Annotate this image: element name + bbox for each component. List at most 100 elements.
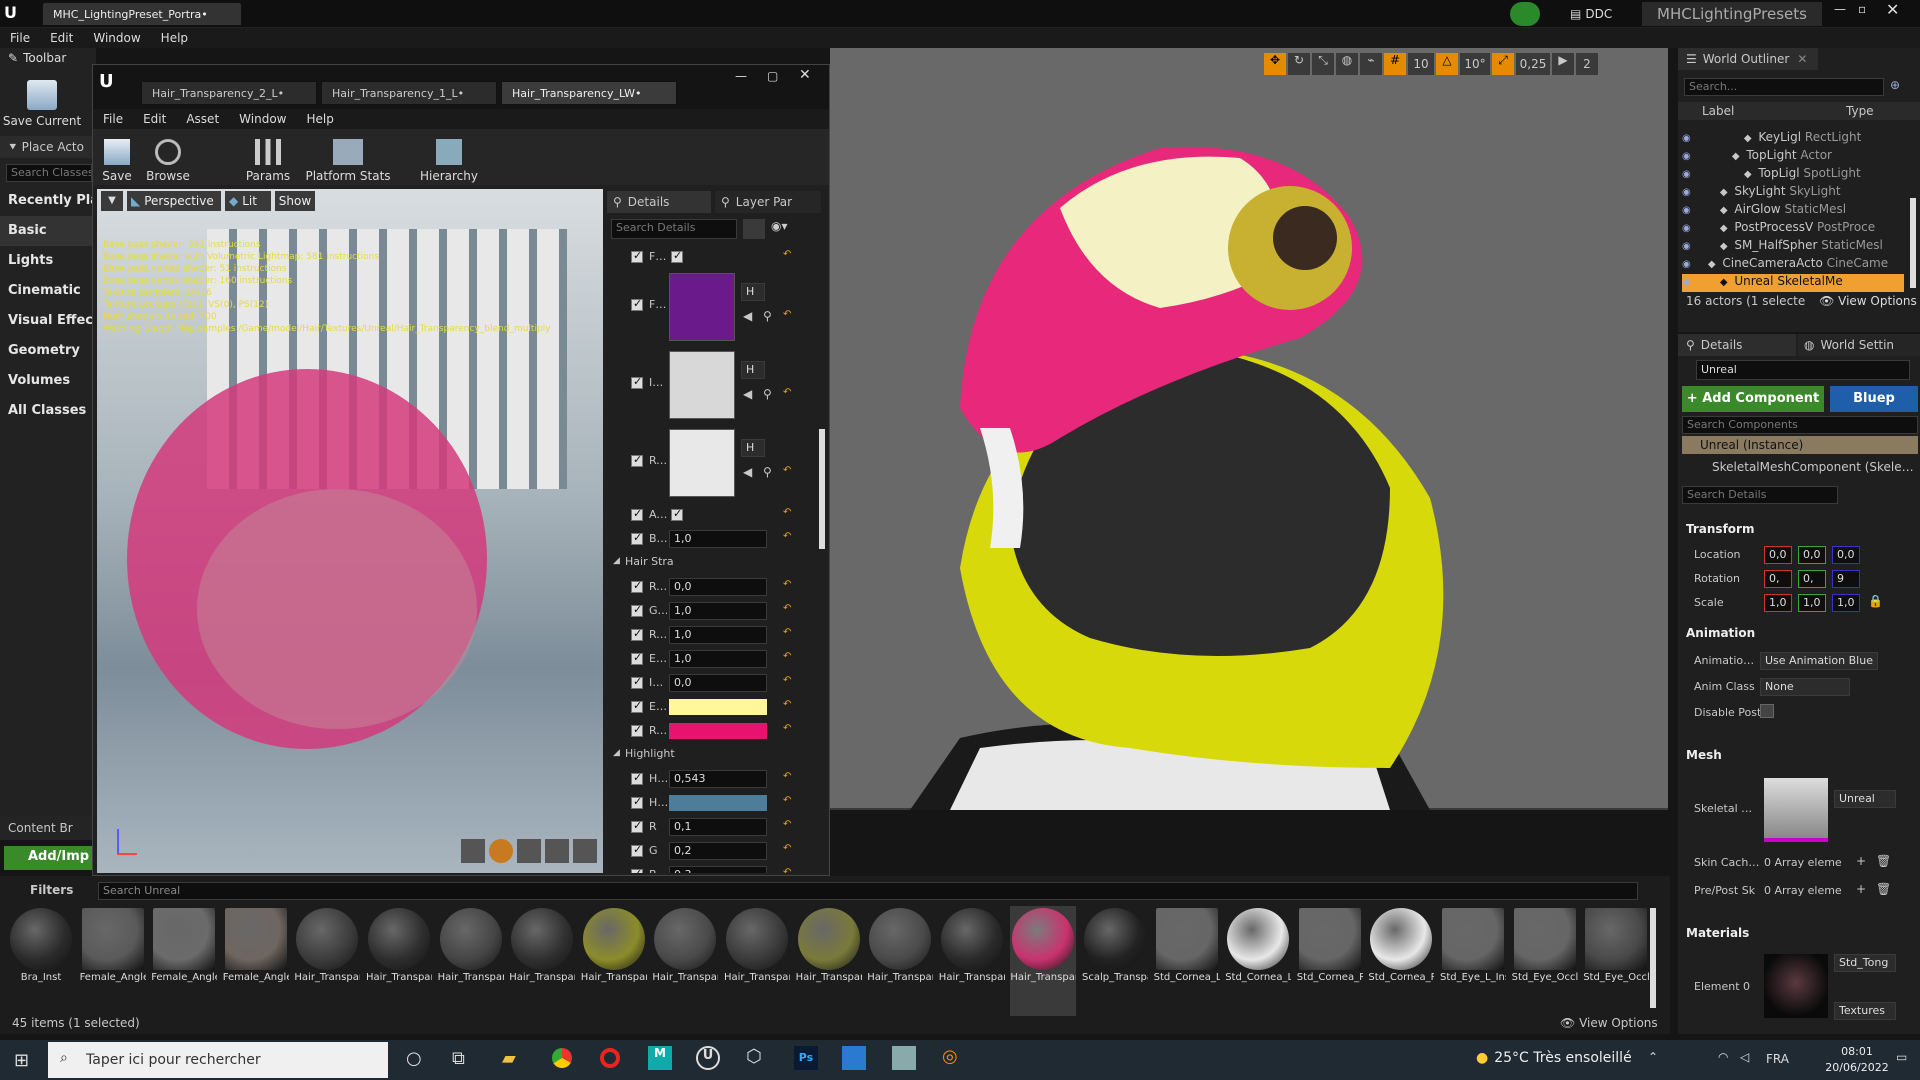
asset-tile[interactable]: Hair_Transparency_2_LWHQ bbox=[724, 906, 790, 1016]
maximize-button[interactable]: ▢ bbox=[767, 69, 778, 83]
reset-arrow-icon[interactable]: ↶ bbox=[783, 819, 791, 830]
close-tab-icon[interactable]: ✕ bbox=[1797, 52, 1807, 66]
ddc-indicator[interactable]: ▤ DDC bbox=[1570, 4, 1612, 24]
disable-post-checkbox[interactable] bbox=[1760, 704, 1774, 718]
texture-mode-dropdown[interactable]: H bbox=[741, 439, 765, 457]
view-options-button[interactable]: 👁 View Options bbox=[1819, 294, 1917, 308]
close-button[interactable]: ✕ bbox=[1886, 0, 1912, 19]
content-browser-tab[interactable]: Content Br bbox=[0, 816, 92, 840]
outliner-row[interactable]: ◉ ◆ AirGlow StaticMesl bbox=[1682, 202, 1904, 220]
asset-tile[interactable]: Hair_Transparency_0_LWHQ bbox=[366, 906, 432, 1016]
collapse-arrow-icon[interactable]: ◢ bbox=[613, 748, 620, 758]
add-import-button[interactable]: Add/Imp bbox=[4, 846, 92, 870]
param-bool-checkbox[interactable] bbox=[671, 249, 683, 263]
reset-arrow-icon[interactable]: ↶ bbox=[783, 627, 791, 638]
instance-row[interactable]: Unreal (Instance) bbox=[1682, 436, 1918, 454]
asset-tile[interactable]: Female_Angled_Transparency bbox=[151, 906, 217, 1016]
element0-dropdown[interactable]: Std_Tong bbox=[1834, 954, 1896, 972]
texture-thumbnail[interactable] bbox=[669, 429, 735, 497]
toolbar-tab[interactable]: ✎ Toolbar bbox=[0, 48, 96, 68]
translate-icon[interactable]: ✥ bbox=[1264, 53, 1286, 75]
windows-start-icon[interactable]: ⊞ bbox=[14, 1050, 29, 1071]
content-scrollbar[interactable] bbox=[1650, 908, 1656, 1008]
tab-hair-transparency-2[interactable]: Hair_Transparency_2_L• bbox=[141, 81, 317, 105]
search-details-input[interactable]: Search Details bbox=[1682, 486, 1838, 504]
rotation-snap-icon[interactable]: △ bbox=[1436, 53, 1458, 75]
param-override-checkbox[interactable] bbox=[631, 771, 643, 785]
source-control-icon[interactable] bbox=[1510, 2, 1540, 26]
browse-magnifier-icon[interactable]: ⚲ bbox=[763, 465, 772, 479]
level-viewport[interactable]: ✥ ↻ ⤡ ◍ ⌁ # 10 △ 10° ⤢ 0,25 ▶ 2 bbox=[830, 48, 1668, 810]
asset-tile[interactable]: Hair_Transparency_Inst bbox=[867, 906, 933, 1016]
clock[interactable]: 08:01 20/06/2022 bbox=[1822, 1044, 1892, 1076]
label-column-header[interactable]: Label bbox=[1702, 104, 1734, 118]
rotate-icon[interactable]: ↻ bbox=[1288, 53, 1310, 75]
anim-class-dropdown[interactable]: None bbox=[1760, 678, 1850, 696]
asset-tile[interactable]: Hair_Transparency_LWHQ_Inst bbox=[939, 906, 1005, 1016]
reset-arrow-icon[interactable]: ↶ bbox=[783, 387, 791, 398]
task-view-icon[interactable]: ⧉ bbox=[452, 1048, 465, 1069]
outliner-row[interactable]: ◉ ◆ KeyLigl RectLight bbox=[1682, 130, 1904, 148]
menu-window[interactable]: Window bbox=[83, 28, 150, 48]
browse-button[interactable]: Browse bbox=[143, 131, 193, 183]
param-override-checkbox[interactable] bbox=[631, 819, 643, 833]
animation-section[interactable]: Animation bbox=[1686, 626, 1755, 640]
texture-thumbnail[interactable] bbox=[669, 273, 735, 341]
animation-mode-dropdown[interactable]: Use Animation Blue bbox=[1760, 652, 1878, 670]
param-value-input[interactable]: 0,0 bbox=[669, 578, 767, 596]
tab-hair-transparency-lw[interactable]: Hair_Transparency_LW• bbox=[501, 81, 677, 105]
category-lights[interactable]: Lights bbox=[0, 246, 96, 276]
asset-tile[interactable]: Hair_Transparency_1_LWHQ bbox=[581, 906, 647, 1016]
skeletal-mesh-dropdown[interactable]: Unreal bbox=[1834, 790, 1896, 808]
scale-z[interactable]: 1,0 bbox=[1832, 594, 1860, 612]
menu-edit[interactable]: Edit bbox=[133, 109, 176, 129]
outliner-row[interactable]: ◉ ◆ CineCameraActo CineCame bbox=[1682, 256, 1904, 274]
color-swatch[interactable] bbox=[669, 795, 767, 811]
collapse-arrow-icon[interactable]: ◢ bbox=[613, 556, 620, 566]
asset-tile[interactable]: Std_Cornea_R_Inst bbox=[1297, 906, 1363, 1016]
world-outliner-tab[interactable]: ☰ World Outliner ✕ bbox=[1678, 48, 1818, 70]
param-override-checkbox[interactable] bbox=[631, 843, 643, 857]
asset-tile[interactable]: Std_Eye_Occlusion_L_LWHQ_Inst bbox=[1583, 906, 1649, 1016]
element0-thumbnail[interactable] bbox=[1764, 954, 1828, 1018]
material-preview-viewport[interactable]: ▼ ◣ Perspective ◆ Lit Show Base pass shade… bbox=[97, 189, 603, 873]
reset-arrow-icon[interactable]: ↶ bbox=[783, 309, 791, 320]
param-override-checkbox[interactable] bbox=[631, 507, 643, 521]
param-override-checkbox[interactable] bbox=[631, 867, 643, 873]
add-prepost-icon[interactable]: + bbox=[1856, 882, 1866, 896]
param-override-checkbox[interactable] bbox=[631, 249, 643, 263]
layer-params-tab[interactable]: ⚲ Layer Par bbox=[715, 191, 821, 213]
close-button[interactable]: ✕ bbox=[799, 67, 811, 83]
cortana-icon[interactable]: ○ bbox=[406, 1048, 422, 1069]
cube-icon[interactable] bbox=[545, 839, 569, 863]
param-value-input[interactable]: 0,2 bbox=[669, 842, 767, 860]
asset-tile[interactable]: Hair_Transparency_2_Inst bbox=[652, 906, 718, 1016]
details-tab[interactable]: ⚲ Details bbox=[607, 191, 711, 213]
param-section[interactable]: ◢ Highlight bbox=[607, 743, 817, 767]
search-components-input[interactable]: Search Components bbox=[1682, 416, 1918, 434]
param-bool-checkbox[interactable] bbox=[671, 507, 683, 521]
camera-speed-value[interactable]: 2 bbox=[1576, 53, 1598, 75]
category-geometry[interactable]: Geometry bbox=[0, 336, 96, 366]
param-section[interactable]: ◢ Hair Stra bbox=[607, 551, 817, 575]
eye-icon[interactable]: ◉▾ bbox=[771, 219, 801, 239]
viewport-options-button[interactable]: ▼ bbox=[101, 191, 123, 211]
rotation-snap-value[interactable]: 10° bbox=[1460, 53, 1490, 75]
cylinder-icon[interactable] bbox=[461, 839, 485, 863]
menu-edit[interactable]: Edit bbox=[40, 28, 83, 48]
minimize-button[interactable]: — bbox=[1834, 2, 1854, 16]
opera-icon[interactable] bbox=[600, 1048, 620, 1068]
reset-arrow-icon[interactable]: ↶ bbox=[783, 531, 791, 542]
lit-button[interactable]: ◆ Lit bbox=[225, 191, 271, 211]
tab-hair-transparency-1[interactable]: Hair_Transparency_1_L• bbox=[321, 81, 497, 105]
outliner-row[interactable]: ◉ ◆ PostProcessV PostProce bbox=[1682, 220, 1904, 238]
add-skin-cache-icon[interactable]: + bbox=[1856, 854, 1866, 868]
asset-tile[interactable]: Hair_Transparency_1_LWHQ bbox=[509, 906, 575, 1016]
delete-prepost-icon[interactable]: 🗑 bbox=[1876, 882, 1891, 896]
asset-tile[interactable]: Female_Angled_Base_Transparency bbox=[80, 906, 146, 1016]
transform-section[interactable]: Transform bbox=[1686, 522, 1754, 536]
photos-icon[interactable] bbox=[842, 1046, 866, 1070]
cube-app-icon[interactable]: ⬡ bbox=[746, 1046, 762, 1067]
search-details-input[interactable]: Search Details bbox=[611, 219, 737, 239]
place-actors-tab[interactable]: ⯆ Place Acto bbox=[0, 136, 96, 158]
